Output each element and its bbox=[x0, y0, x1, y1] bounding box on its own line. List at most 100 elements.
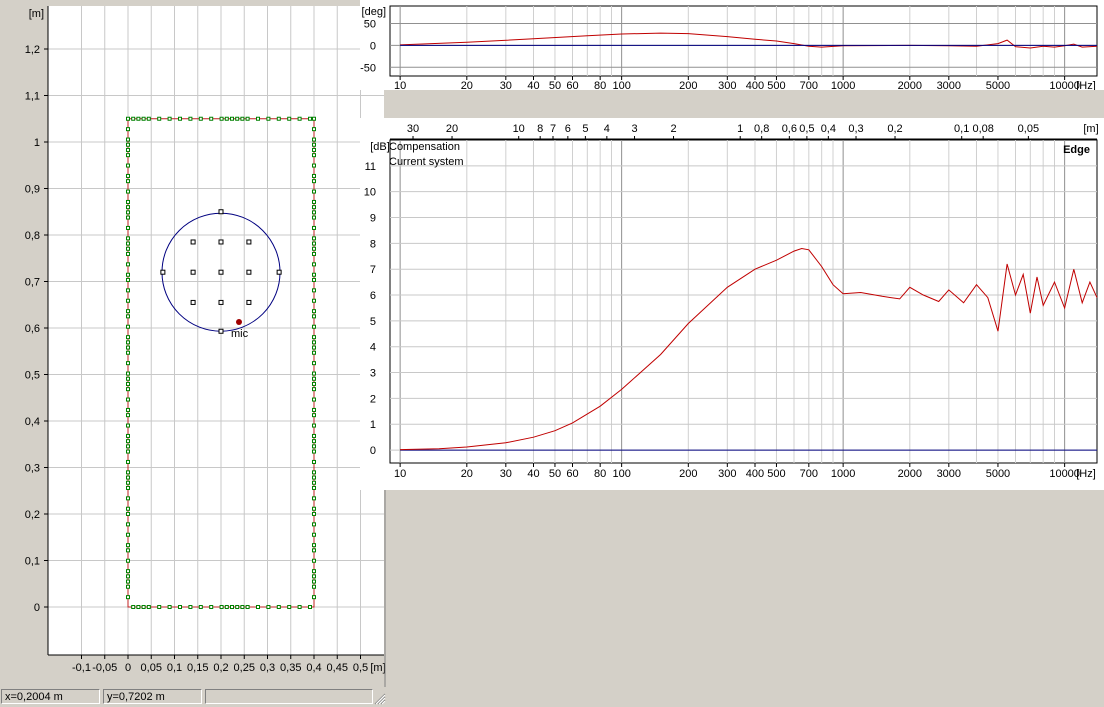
boundary-marker bbox=[126, 407, 130, 412]
boundary-marker bbox=[126, 210, 130, 215]
edge-watermark: Edge bbox=[1063, 144, 1090, 156]
boundary-marker bbox=[312, 309, 316, 314]
boundary-marker bbox=[240, 605, 245, 609]
boundary-marker bbox=[126, 444, 130, 449]
phase-chart[interactable]: [deg] 50 0 -50 10 20 30 40 50 60 80 100 200 300 400 500… bbox=[360, 0, 1104, 92]
boundary-marker bbox=[312, 345, 316, 350]
boundary-marker bbox=[126, 485, 130, 490]
x-coordinate-readout: x=0,2004 m bbox=[1, 689, 100, 704]
boundary-marker bbox=[126, 387, 130, 392]
layout-y-tick-label: 0,6 bbox=[25, 323, 40, 335]
magnitude-y-tick-label: 8 bbox=[370, 238, 376, 250]
boundary-marker bbox=[312, 387, 316, 392]
phase-x-unit-label: [Hz] bbox=[1076, 80, 1096, 90]
phase-x-tick-label: 5000 bbox=[986, 80, 1010, 90]
phase-y-tick-label: 0 bbox=[370, 40, 376, 52]
driver-point bbox=[246, 239, 252, 245]
boundary-marker bbox=[126, 147, 130, 152]
phase-x-tick-label: 60 bbox=[566, 80, 578, 90]
driver-point bbox=[190, 239, 196, 245]
resize-grip-icon[interactable] bbox=[374, 693, 386, 705]
boundary-marker bbox=[126, 189, 130, 194]
layout-y-tick-label: 0,2 bbox=[25, 509, 40, 521]
boundary-marker bbox=[297, 605, 302, 609]
boundary-marker bbox=[219, 605, 224, 609]
magnitude-x-tick-label: 5000 bbox=[986, 468, 1010, 480]
mic-label: mic bbox=[231, 328, 249, 340]
boundary-marker bbox=[312, 153, 316, 158]
boundary-marker bbox=[136, 605, 141, 609]
magnitude-x-tick-label: 700 bbox=[800, 468, 818, 480]
boundary-marker bbox=[312, 569, 316, 574]
boundary-marker bbox=[126, 246, 130, 251]
phase-y-tick-label: 50 bbox=[364, 19, 376, 31]
boundary-marker bbox=[312, 277, 316, 282]
layout-y-tick-label: 1,2 bbox=[25, 44, 40, 56]
driver-point bbox=[218, 269, 224, 275]
driver-handle bbox=[276, 269, 282, 275]
boundary-marker bbox=[126, 324, 130, 329]
wavelength-tick-label: 2 bbox=[670, 123, 676, 135]
phase-x-tick-label: 100 bbox=[612, 80, 630, 90]
magnitude-x-tick-label: 50 bbox=[549, 468, 561, 480]
wavelength-tick-label: 10 bbox=[513, 123, 525, 135]
boundary-marker bbox=[157, 605, 162, 609]
boundary-marker bbox=[209, 116, 214, 121]
boundary-marker bbox=[312, 433, 316, 438]
boundary-marker bbox=[312, 225, 316, 230]
layout-x-tick-label: 0 bbox=[125, 662, 131, 674]
boundary-marker bbox=[245, 116, 250, 121]
wavelength-tick-label: 7 bbox=[550, 123, 556, 135]
wavelength-tick-label: 8 bbox=[537, 123, 543, 135]
phase-x-tick-label: 1000 bbox=[831, 80, 855, 90]
boundary-marker bbox=[240, 116, 245, 121]
boundary-marker bbox=[126, 350, 130, 355]
layout-y-tick-label: 1,1 bbox=[25, 91, 40, 103]
boundary-marker bbox=[312, 116, 316, 121]
wavelength-tick-label: 0,4 bbox=[821, 123, 836, 135]
magnitude-x-tick-label: 200 bbox=[679, 468, 697, 480]
boundary-marker bbox=[126, 127, 130, 132]
boundary-marker bbox=[312, 199, 316, 204]
boundary-marker bbox=[126, 309, 130, 314]
boundary-marker bbox=[312, 205, 316, 210]
boundary-marker bbox=[312, 485, 316, 490]
layout-view[interactable]: 1,2 1,1 1 0,9 0,8 0,7 0,6 0,5 0,4 0,3 0,2 0,1 0 [m] -0… bbox=[0, 0, 386, 687]
driver-handle bbox=[218, 328, 224, 334]
boundary-marker bbox=[312, 459, 316, 464]
y-coordinate-readout: y=0,7202 m bbox=[103, 689, 202, 704]
boundary-marker bbox=[312, 241, 316, 246]
magnitude-y-unit-label: [dB] bbox=[370, 141, 390, 153]
phase-x-tick-label: 2000 bbox=[898, 80, 922, 90]
boundary-marker bbox=[126, 532, 130, 537]
wavelength-tick-label: 30 bbox=[407, 123, 419, 135]
magnitude-y-tick-label: 4 bbox=[370, 342, 376, 354]
boundary-marker bbox=[126, 371, 130, 376]
magnitude-chart[interactable]: 30 20 10 8 7 6 5 4 3 2 1 0,8 0,6 0,5 0,4 0,3 0,2 0,1 0,08 0… bbox=[360, 118, 1104, 490]
phase-x-tick-label: 200 bbox=[679, 80, 697, 90]
boundary-marker bbox=[198, 605, 203, 609]
boundary-marker bbox=[312, 189, 316, 194]
boundary-marker bbox=[312, 548, 316, 553]
magnitude-x-tick-label: 3000 bbox=[937, 468, 961, 480]
boundary-marker bbox=[312, 381, 316, 386]
boundary-marker bbox=[312, 137, 316, 142]
boundary-marker bbox=[126, 574, 130, 579]
layout-y-tick-label: 0 bbox=[34, 602, 40, 614]
phase-y-unit-label: [deg] bbox=[362, 6, 386, 18]
wavelength-tick-label: 0,8 bbox=[754, 123, 769, 135]
boundary-marker bbox=[312, 595, 316, 600]
boundary-marker bbox=[126, 277, 130, 282]
layout-canvas[interactable]: 1,2 1,1 1 0,9 0,8 0,7 0,6 0,5 0,4 0,3 0,2 0,1 0 [m] -0… bbox=[0, 0, 388, 687]
boundary-marker bbox=[312, 543, 316, 548]
boundary-marker bbox=[312, 210, 316, 215]
magnitude-y-tick-label: 10 bbox=[364, 187, 376, 199]
layout-y-tick-label: 0,4 bbox=[25, 416, 40, 428]
magnitude-y-tick-label: 11 bbox=[365, 161, 376, 173]
boundary-marker bbox=[312, 449, 316, 454]
boundary-marker bbox=[312, 574, 316, 579]
boundary-marker bbox=[126, 522, 130, 527]
phase-y-tick-label: -50 bbox=[360, 62, 376, 74]
phase-x-tick-label: 500 bbox=[767, 80, 785, 90]
boundary-marker bbox=[312, 584, 316, 589]
